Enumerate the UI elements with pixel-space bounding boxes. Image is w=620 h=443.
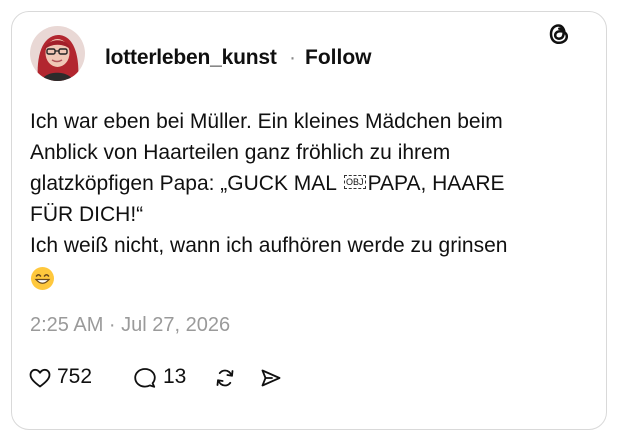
- reply-button[interactable]: 13: [133, 363, 193, 393]
- threads-logo-icon[interactable]: [545, 20, 573, 48]
- post-line: Ich weiß nicht, wann ich aufhören werde …: [30, 234, 508, 257]
- follow-button[interactable]: Follow: [305, 46, 372, 70]
- post-line: Anblick von Haarteilen ganz fröhlich zu …: [30, 141, 451, 164]
- object-placeholder: OBJ: [344, 175, 366, 190]
- heart-icon: [29, 368, 51, 388]
- post-line: PAPA, HAARE: [367, 172, 505, 195]
- separator-dot: ·: [289, 46, 296, 69]
- reply-count: 13: [163, 365, 187, 388]
- avatar[interactable]: [30, 26, 85, 81]
- repost-icon: [216, 369, 234, 387]
- share-button[interactable]: [259, 363, 285, 393]
- post-line: glatzköpfigen Papa: „GUCK MAL: [30, 172, 343, 195]
- send-icon: [261, 369, 281, 387]
- like-count: 752: [57, 365, 93, 388]
- post-text: Ich war eben bei Müller. Ein kleines Mäd…: [30, 106, 570, 261]
- post-line: Ich war eben bei Müller. Ein kleines Mäd…: [30, 110, 503, 133]
- like-button[interactable]: 752: [28, 363, 112, 393]
- post-line: FÜR DICH!“: [30, 203, 144, 226]
- username-link[interactable]: lotterleben_kunst: [105, 46, 277, 70]
- grinning-face-icon: [30, 266, 55, 291]
- post-timestamp[interactable]: 2:25 AM · Jul 27, 2026: [30, 314, 230, 337]
- repost-button[interactable]: [213, 363, 239, 393]
- comment-icon: [134, 368, 156, 388]
